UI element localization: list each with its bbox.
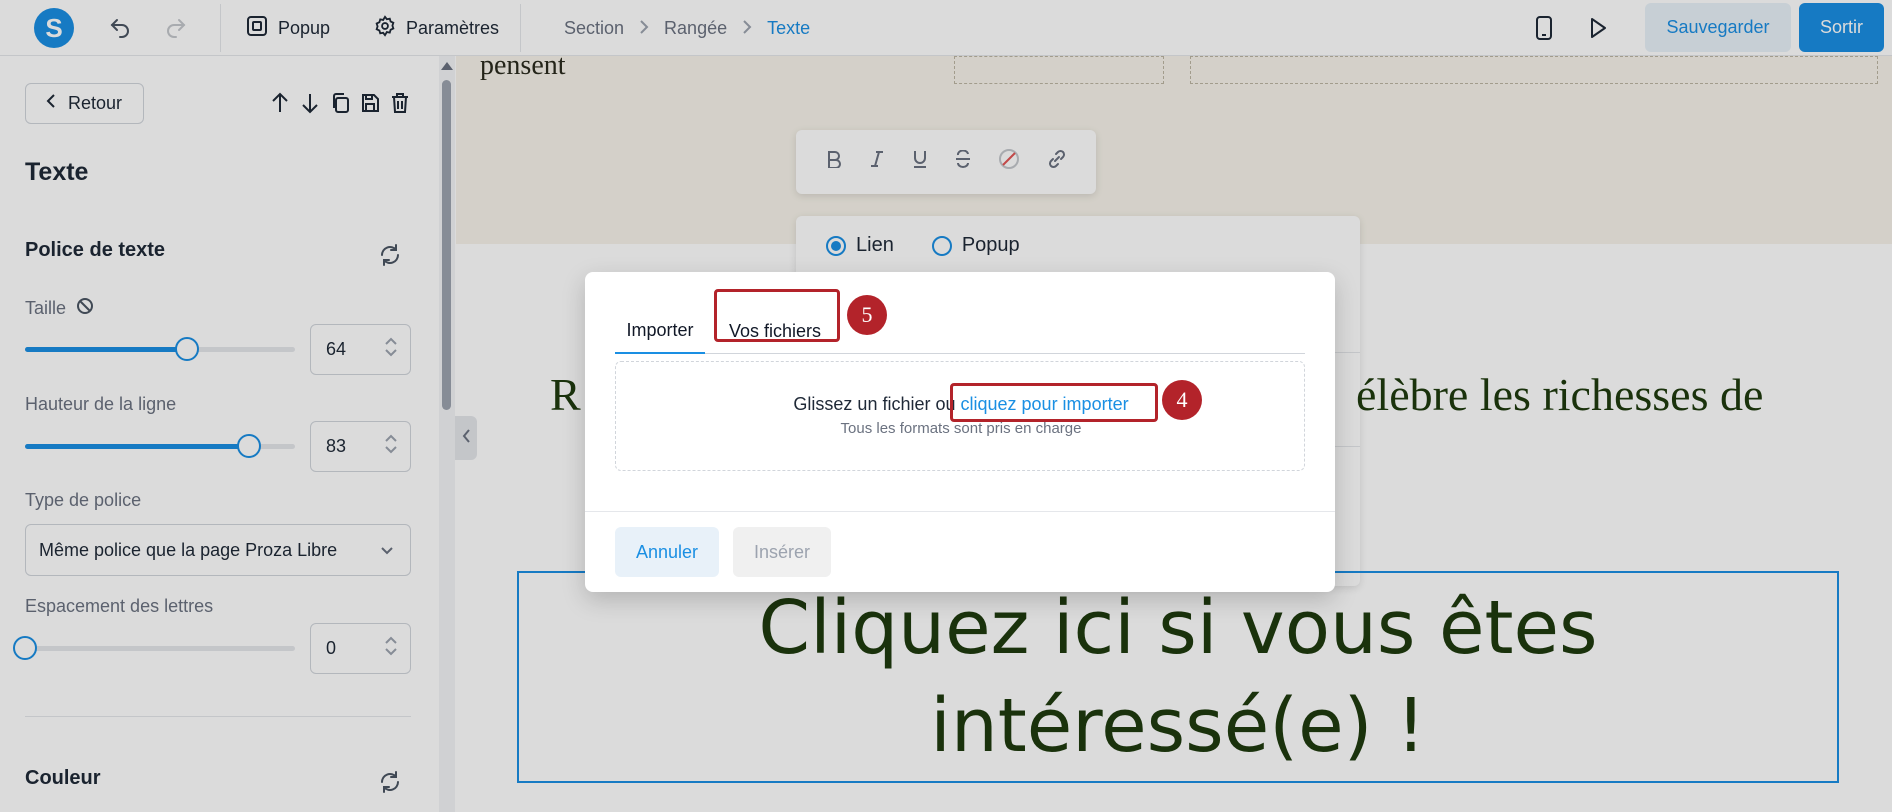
file-upload-modal: Importer Vos fichiers Glissez un fichier… xyxy=(585,272,1335,592)
modal-footer-divider xyxy=(585,511,1335,512)
annotation-badge-4: 4 xyxy=(1162,380,1202,420)
annotation-highlight-import xyxy=(950,383,1158,422)
annotation-badge-5: 5 xyxy=(847,295,887,335)
insert-button[interactable]: Insérer xyxy=(733,527,831,577)
cancel-button[interactable]: Annuler xyxy=(615,527,719,577)
dropzone-prompt: Glissez un fichier ou xyxy=(793,394,961,414)
dropzone-subtext: Tous les formats sont pris en charge xyxy=(840,420,1082,437)
tab-import[interactable]: Importer xyxy=(615,308,705,354)
annotation-highlight-files xyxy=(714,289,840,342)
